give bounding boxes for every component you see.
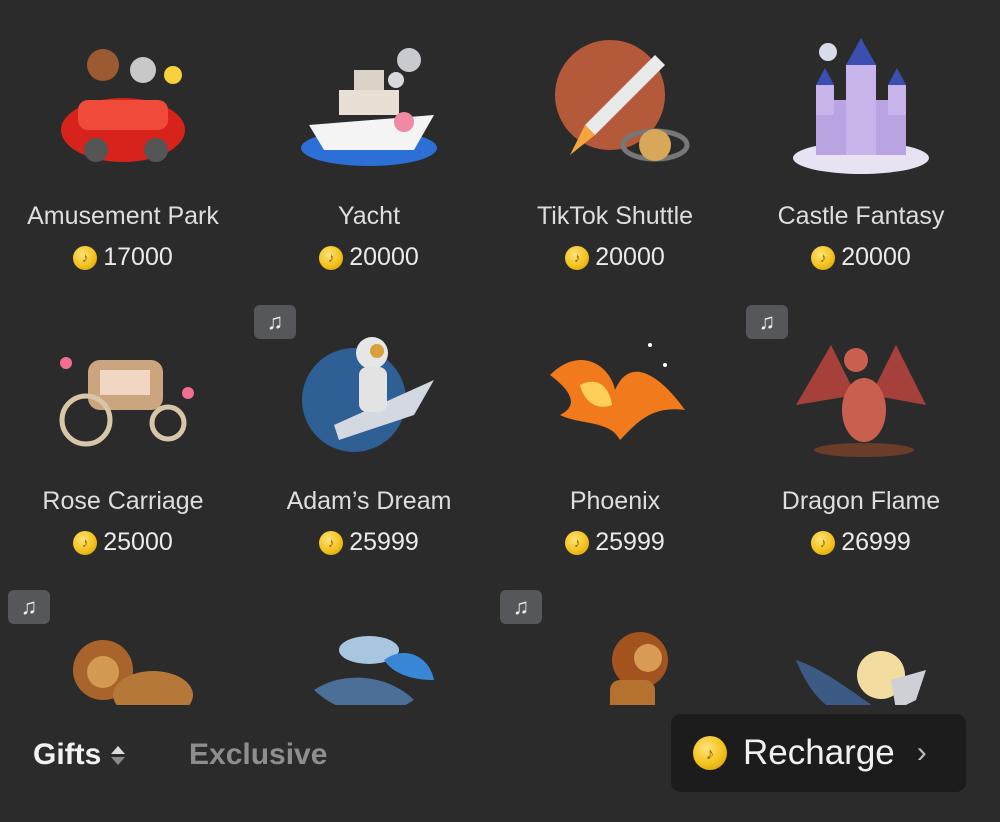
music-badge-icon: ♫ [746,305,788,339]
whale-moon-icon [786,600,936,705]
sort-icon[interactable] [111,745,126,765]
music-badge-icon: ♫ [8,590,50,624]
gift-card-lion[interactable]: ♫ [0,570,246,705]
castle-icon [786,30,936,180]
gift-price: ♪ 25999 [319,528,419,557]
gift-price-value: 20000 [841,243,911,271]
tab-gifts[interactable]: Gifts [33,738,126,772]
rocket-shuttle-icon [540,30,690,180]
music-badge-icon: ♫ [254,305,296,339]
gift-name: Rose Carriage [42,487,204,515]
gift-card-yacht[interactable]: Yacht ♪ 20000 [246,0,492,285]
tab-exclusive[interactable]: Exclusive [189,738,327,772]
gift-price: ♪ 20000 [319,243,419,272]
gift-price-value: 20000 [349,243,419,271]
amusement-park-car-icon [48,30,198,180]
gift-card-castle-fantasy[interactable]: Castle Fantasy ♪ 20000 [738,0,984,285]
gift-name: Yacht [337,202,401,230]
gift-price: ♪ 26999 [811,528,911,557]
gift-price-value: 25999 [349,528,419,556]
gift-grid: Amusement Park ♪ 17000 Yacht ♪ 20000 Tik… [0,0,1000,705]
gift-card-tiktok-shuttle[interactable]: TikTok Shuttle ♪ 20000 [492,0,738,285]
gift-name: Amusement Park [27,202,219,230]
coin-icon: ♪ [565,530,590,555]
gift-card-dragon-flame[interactable]: ♫ Dragon Flame ♪ 26999 [738,285,984,570]
gift-price: ♪ 25000 [73,528,173,557]
gift-card-whale-wave[interactable] [246,570,492,705]
gift-price-value: 20000 [595,243,665,271]
gift-card-rose-carriage[interactable]: Rose Carriage ♪ 25000 [0,285,246,570]
coin-icon: ♪ [565,245,590,270]
whale-wave-icon [294,600,444,705]
gift-name: TikTok Shuttle [536,202,694,230]
coin-icon: ♪ [693,736,727,770]
gift-name: Adam’s Dream [286,487,452,515]
gift-price-value: 26999 [841,528,911,556]
gift-price-value: 25999 [595,528,665,556]
phoenix-icon [540,315,690,465]
gift-price: ♪ 17000 [73,243,173,272]
astronaut-icon [294,315,444,465]
bottom-bar: Gifts Exclusive ♪ Recharge › [0,705,1000,822]
tab-gifts-label: Gifts [33,738,102,771]
recharge-label: Recharge [743,733,895,772]
dragon-icon [786,315,936,465]
chevron-right-icon: › [916,736,927,769]
coin-icon: ♪ [811,245,836,270]
gift-name: Dragon Flame [781,487,941,515]
gift-card-amusement-park[interactable]: Amusement Park ♪ 17000 [0,0,246,285]
coin-icon: ♪ [811,530,836,555]
gift-name: Castle Fantasy [777,202,945,230]
gift-card-roaring-lion[interactable]: ♫ [492,570,738,705]
coin-icon: ♪ [319,245,344,270]
carriage-icon [48,315,198,465]
gift-name: Phoenix [569,487,661,515]
yacht-icon [294,30,444,180]
coin-icon: ♪ [319,530,344,555]
gift-price: ♪ 20000 [565,243,665,272]
roaring-lion-icon [540,600,690,705]
gift-card-adams-dream[interactable]: ♫ Adam’s Dream ♪ 25999 [246,285,492,570]
gift-price: ♪ 20000 [811,243,911,272]
gift-price-value: 17000 [103,243,173,271]
music-badge-icon: ♫ [500,590,542,624]
gift-card-phoenix[interactable]: Phoenix ♪ 25999 [492,285,738,570]
coin-icon: ♪ [73,530,98,555]
gift-price: ♪ 25999 [565,528,665,557]
recharge-button[interactable]: ♪ Recharge › [671,714,966,792]
gift-card-whale-moon[interactable] [738,570,984,705]
gift-price-value: 25000 [103,528,173,556]
coin-icon: ♪ [73,245,98,270]
lion-icon [48,600,198,705]
